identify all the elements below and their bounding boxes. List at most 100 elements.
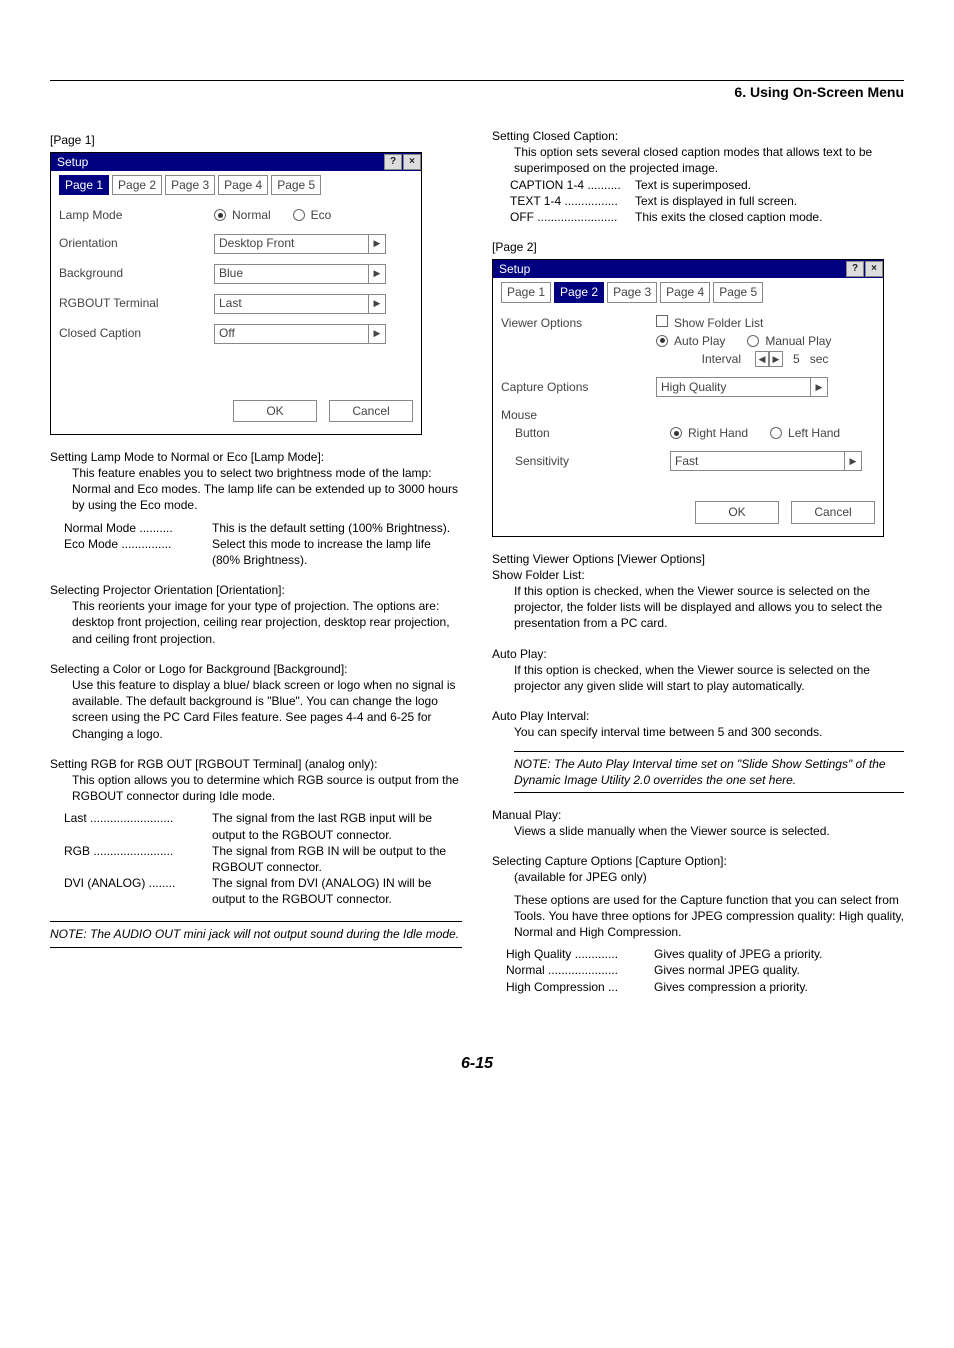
closed-caption-desc: This option sets several closed caption …: [514, 144, 904, 176]
background-desc: Use this feature to display a blue/ blac…: [72, 677, 462, 742]
manual-play-desc: Views a slide manually when the Viewer s…: [514, 823, 904, 839]
def-term: Normal Mode ..........: [64, 520, 212, 536]
auto-play-desc: If this option is checked, when the View…: [514, 662, 904, 694]
sensitivity-combo[interactable]: Fast▶: [670, 451, 862, 471]
cancel-button[interactable]: Cancel: [329, 400, 413, 422]
def-term: Eco Mode ...............: [64, 536, 212, 568]
lamp-mode-label: Lamp Mode: [59, 207, 214, 223]
chevron-right-icon[interactable]: ▶: [368, 235, 385, 253]
chevron-right-icon[interactable]: ▶: [844, 452, 861, 470]
rgbout-combo[interactable]: Last▶: [214, 294, 386, 314]
def-desc: Gives quality of JPEG a priority.: [654, 946, 904, 962]
chevron-right-icon[interactable]: ▶: [368, 325, 385, 343]
tab-page1[interactable]: Page 1: [501, 282, 551, 302]
mouse-button-label: Button: [501, 425, 670, 441]
manual-play-radio[interactable]: Manual Play: [747, 333, 831, 349]
interval-label: Interval: [656, 351, 755, 367]
def-desc: The signal from DVI (ANALOG) IN will be …: [212, 875, 462, 907]
rgbout-desc: This option allows you to determine whic…: [72, 772, 462, 804]
def-desc: Gives compression a priority.: [654, 979, 904, 995]
closed-caption-heading: Setting Closed Caption:: [492, 128, 904, 144]
orientation-label: Orientation: [59, 235, 214, 251]
show-folder-checkbox[interactable]: Show Folder List: [656, 315, 763, 331]
lamp-normal-radio[interactable]: Normal: [214, 207, 271, 223]
right-hand-radio[interactable]: Right Hand: [670, 425, 748, 441]
orientation-desc: This reorients your image for your type …: [72, 598, 462, 647]
mouse-label: Mouse: [501, 407, 656, 423]
closed-caption-label: Closed Caption: [59, 325, 214, 341]
ok-button[interactable]: OK: [233, 400, 317, 422]
manual-play-heading: Manual Play:: [492, 807, 904, 823]
chevron-right-icon[interactable]: ▶: [368, 295, 385, 313]
tab-page3[interactable]: Page 3: [607, 282, 657, 302]
tab-page2[interactable]: Page 2: [112, 175, 162, 195]
auto-play-radio[interactable]: Auto Play: [656, 333, 725, 349]
def-desc: The signal from the last RGB input will …: [212, 810, 462, 842]
ok-button[interactable]: OK: [695, 501, 779, 523]
tab-page4[interactable]: Page 4: [218, 175, 268, 195]
def-desc: Select this mode to increase the lamp li…: [212, 536, 462, 568]
sensitivity-label: Sensitivity: [501, 453, 670, 469]
capture-desc: These options are used for the Capture f…: [514, 892, 904, 941]
def-desc: Text is displayed in full screen.: [635, 193, 904, 209]
interval-spinner[interactable]: ◀▶ 5 sec: [755, 351, 828, 367]
def-term: High Compression ...: [506, 979, 654, 995]
chevron-right-icon[interactable]: ▶: [810, 378, 827, 396]
tab-page2[interactable]: Page 2: [554, 282, 604, 302]
lamp-mode-heading: Setting Lamp Mode to Normal or Eco [Lamp…: [50, 449, 462, 465]
background-label: Background: [59, 265, 214, 281]
show-folder-desc: If this option is checked, when the View…: [514, 583, 904, 632]
viewer-options-label: Viewer Options: [501, 315, 656, 331]
page-number: 6-15: [50, 1055, 904, 1073]
def-desc: The signal from RGB IN will be output to…: [212, 843, 462, 875]
note-interval: NOTE: The Auto Play Interval time set on…: [514, 751, 904, 793]
rgbout-heading: Setting RGB for RGB OUT [RGBOUT Terminal…: [50, 756, 462, 772]
def-term: DVI (ANALOG) ........: [64, 875, 212, 907]
def-term: TEXT 1-4 ................: [510, 193, 635, 209]
help-icon[interactable]: ?: [384, 154, 402, 170]
page2-tag: [Page 2]: [492, 239, 904, 255]
lamp-eco-radio[interactable]: Eco: [293, 207, 332, 223]
dialog-title: Setup: [499, 261, 530, 277]
setup-dialog-page1: Setup ? × Page 1 Page 2 Page 3 Page 4 Pa…: [50, 152, 422, 435]
interval-heading: Auto Play Interval:: [492, 708, 904, 724]
viewer-options-heading: Setting Viewer Options [Viewer Options]: [492, 551, 904, 567]
close-icon[interactable]: ×: [403, 154, 421, 170]
def-desc: This exits the closed caption mode.: [635, 209, 904, 225]
left-hand-radio[interactable]: Left Hand: [770, 425, 840, 441]
chevron-right-icon[interactable]: ▶: [368, 265, 385, 283]
setup-dialog-page2: Setup ? × Page 1 Page 2 Page 3 Page 4 Pa…: [492, 259, 884, 536]
tab-page5[interactable]: Page 5: [271, 175, 321, 195]
capture-sub: (available for JPEG only): [514, 869, 904, 885]
def-term: Last .........................: [64, 810, 212, 842]
dialog-title: Setup: [57, 154, 88, 170]
tab-page1[interactable]: Page 1: [59, 175, 109, 195]
rgbout-label: RGBOUT Terminal: [59, 295, 214, 311]
page1-tag: [Page 1]: [50, 132, 462, 148]
capture-combo[interactable]: High Quality▶: [656, 377, 828, 397]
def-desc: Gives normal JPEG quality.: [654, 962, 904, 978]
lamp-mode-desc: This feature enables you to select two b…: [72, 465, 462, 514]
interval-desc: You can specify interval time between 5 …: [514, 724, 904, 740]
note-audio-out: NOTE: The AUDIO OUT mini jack will not o…: [50, 921, 462, 947]
def-term: Normal .....................: [506, 962, 654, 978]
orientation-combo[interactable]: Desktop Front▶: [214, 234, 386, 254]
def-term: High Quality .............: [506, 946, 654, 962]
capture-options-label: Capture Options: [501, 379, 656, 395]
page-header: 6. Using On-Screen Menu: [50, 84, 904, 100]
help-icon[interactable]: ?: [846, 261, 864, 277]
capture-heading: Selecting Capture Options [Capture Optio…: [492, 853, 904, 869]
right-column: Setting Closed Caption: This option sets…: [492, 128, 904, 995]
background-combo[interactable]: Blue▶: [214, 264, 386, 284]
def-term: CAPTION 1-4 ..........: [510, 177, 635, 193]
close-icon[interactable]: ×: [865, 261, 883, 277]
orientation-heading: Selecting Projector Orientation [Orienta…: [50, 582, 462, 598]
background-heading: Selecting a Color or Logo for Background…: [50, 661, 462, 677]
auto-play-heading: Auto Play:: [492, 646, 904, 662]
tab-page4[interactable]: Page 4: [660, 282, 710, 302]
closed-caption-combo[interactable]: Off▶: [214, 324, 386, 344]
cancel-button[interactable]: Cancel: [791, 501, 875, 523]
show-folder-heading: Show Folder List:: [492, 567, 904, 583]
tab-page3[interactable]: Page 3: [165, 175, 215, 195]
tab-page5[interactable]: Page 5: [713, 282, 763, 302]
